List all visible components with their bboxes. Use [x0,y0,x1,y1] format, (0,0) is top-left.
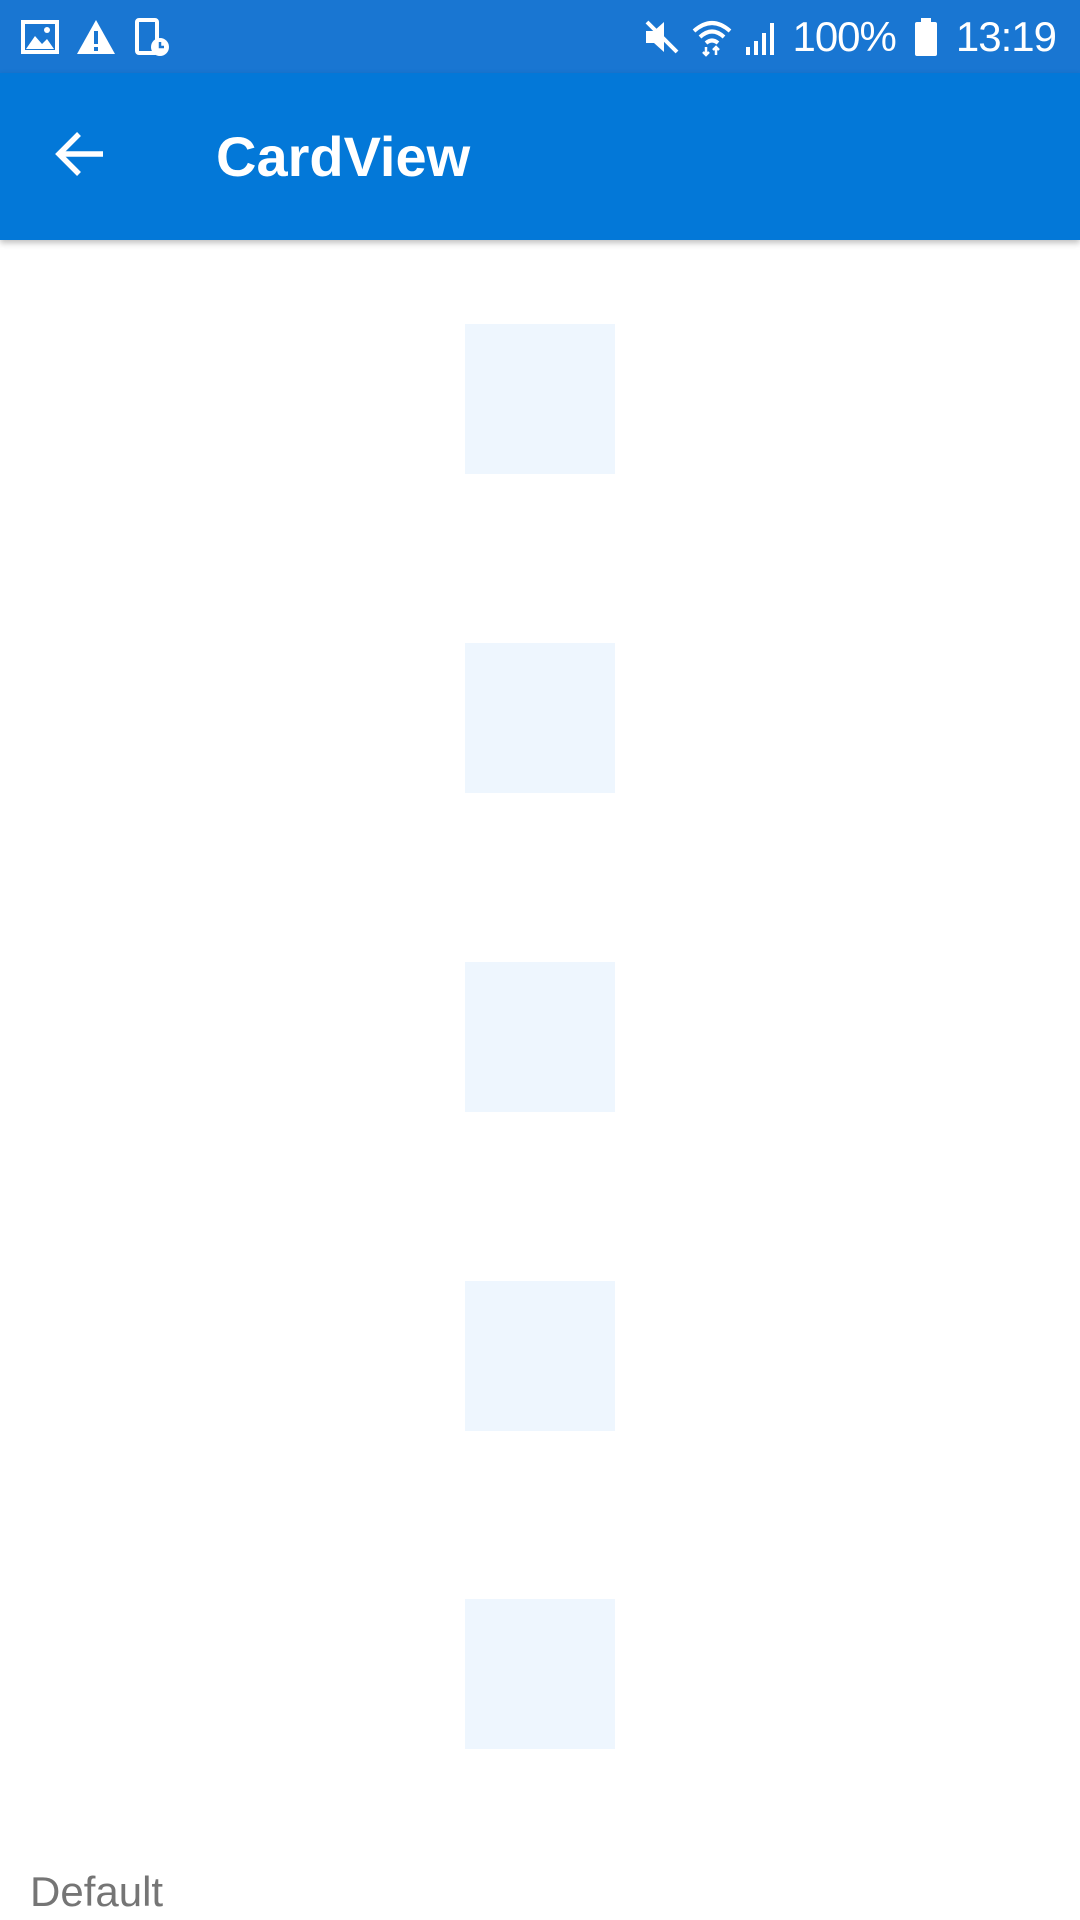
battery-icon [906,17,946,57]
content-area: Default [0,240,1080,1920]
card-view-2[interactable] [465,643,615,793]
battery-percent: 100% [792,13,896,60]
page-title: CardView [216,125,471,188]
status-bar-right: 100% 13:19 [642,0,1057,73]
arrow-back-icon [53,130,107,183]
screen-timer-icon [132,17,172,57]
card-view-5[interactable] [465,1599,615,1749]
mute-icon [642,17,682,57]
warning-icon [76,17,116,57]
card-view-3[interactable] [465,962,615,1112]
app-bar: CardView [0,73,1080,240]
image-icon [20,17,60,57]
signal-icon [742,17,782,57]
card-view-1[interactable] [465,324,615,474]
screen: 100% 13:19 CardView Default [0,0,1080,1920]
wifi-icon [692,17,732,57]
card-view-4[interactable] [465,1281,615,1431]
status-bar: 100% 13:19 [0,0,1080,73]
section-label: Default [30,1868,164,1915]
back-button[interactable] [30,106,130,206]
status-time: 13:19 [955,13,1057,60]
status-bar-left [20,0,172,73]
